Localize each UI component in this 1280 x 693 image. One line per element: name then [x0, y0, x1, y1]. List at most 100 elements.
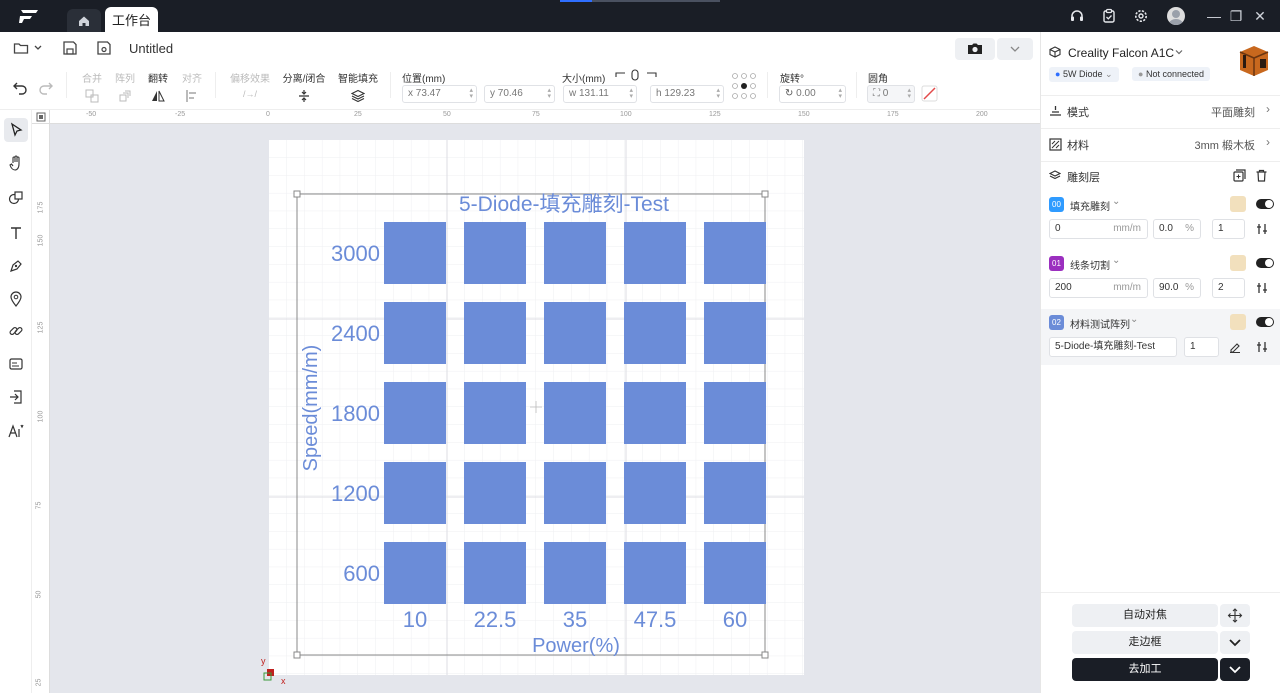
workbench-tab[interactable]: 工作台 [105, 7, 158, 32]
import-icon[interactable] [8, 389, 24, 405]
test-cell[interactable] [384, 302, 446, 364]
layer-material-test-array[interactable]: 02 材料测试阵列 ⌄ 5-Diode-填充雕刻-Test 1 [1041, 309, 1280, 365]
resize-handle[interactable] [761, 190, 769, 198]
edit-icon[interactable] [1229, 341, 1241, 353]
layer-color-swatch[interactable] [1230, 196, 1246, 212]
layer-color-swatch[interactable] [1230, 314, 1246, 330]
passes-input[interactable]: 1 [1212, 219, 1245, 239]
ai-icon[interactable] [8, 423, 24, 439]
undo-icon[interactable] [12, 79, 28, 95]
rotate-input[interactable]: ↻ 0.00 ▴ ▾ [779, 85, 846, 103]
device-name[interactable]: Creality Falcon A1C [1068, 46, 1174, 60]
test-preset-input[interactable]: 5-Diode-填充雕刻-Test [1049, 337, 1177, 357]
gear-icon[interactable] [1133, 8, 1149, 24]
stepper-icon[interactable]: ▴ ▾ [629, 87, 633, 100]
test-cell[interactable] [544, 462, 606, 524]
document-title[interactable]: Untitled [129, 41, 173, 56]
frame-options-button[interactable] [1220, 631, 1250, 654]
flip-tool[interactable]: 翻转 [146, 70, 170, 103]
start-options-button[interactable] [1220, 658, 1250, 681]
test-cell[interactable] [464, 302, 526, 364]
minimize-button[interactable]: — [1206, 8, 1222, 24]
location-pin-icon[interactable] [8, 291, 24, 307]
open-folder-icon[interactable] [13, 40, 29, 56]
test-cell[interactable] [384, 462, 446, 524]
align-tool[interactable]: 对齐 [180, 70, 204, 103]
resize-handle[interactable] [293, 651, 301, 659]
duplicate-layer-icon[interactable] [1233, 169, 1246, 182]
chevron-down-icon[interactable]: ⌄ [1112, 196, 1120, 207]
sliders-icon[interactable] [1256, 341, 1268, 353]
test-cell[interactable] [624, 382, 686, 444]
test-cell[interactable] [624, 222, 686, 284]
mode-row[interactable]: 模式 平面雕刻 › [1041, 95, 1280, 128]
stepper-icon[interactable]: ▴ ▾ [838, 87, 842, 100]
test-cell[interactable] [464, 222, 526, 284]
chevron-down-icon[interactable]: ⌄ [1112, 255, 1120, 266]
image-icon[interactable] [8, 356, 24, 372]
chevron-down-icon[interactable] [1174, 47, 1184, 57]
speed-input[interactable]: 0 mm/m [1049, 219, 1148, 239]
stepper-icon[interactable]: ▴ ▾ [716, 87, 720, 100]
test-cell[interactable] [464, 382, 526, 444]
smart-fill-tool[interactable]: 智能填充 [337, 70, 379, 103]
layer-visibility-toggle[interactable] [1256, 258, 1274, 268]
lock-ratio-icon[interactable] [615, 69, 657, 81]
camera-dropdown[interactable] [997, 38, 1033, 60]
resize-handle[interactable] [293, 190, 301, 198]
width-input[interactable]: w 131.11 ▴ ▾ [563, 85, 637, 103]
workspace[interactable]: 5-Diode-填充雕刻-Test Speed(mm/m) Power(%) 3… [32, 110, 1040, 693]
array-tool[interactable]: 阵列 [113, 70, 137, 103]
sliders-icon[interactable] [1256, 282, 1268, 294]
anchor-point-grid[interactable] [731, 72, 757, 100]
hand-icon[interactable] [8, 155, 24, 171]
layer-line-cut[interactable]: 01 线条切割 ⌄ 200 mm/m 90.0% 2 [1041, 251, 1280, 305]
corner-radius-input[interactable]: ⛶ 0 ▴ ▾ [867, 85, 915, 103]
headset-icon[interactable] [1069, 8, 1085, 24]
test-cell[interactable] [464, 462, 526, 524]
test-cell[interactable] [704, 222, 766, 284]
move-button[interactable] [1220, 604, 1250, 627]
trash-icon[interactable] [1255, 169, 1268, 182]
separate-close-tool[interactable]: 分离/闭合 [282, 70, 326, 103]
start-job-button[interactable]: 去加工 [1072, 658, 1218, 681]
pen-icon[interactable] [8, 258, 24, 274]
chevron-down-icon[interactable] [33, 40, 43, 56]
test-cell[interactable] [624, 302, 686, 364]
canvas-area[interactable]: -50 -25 0 25 50 75 100 125 150 175 200 1… [32, 110, 1040, 693]
test-cell[interactable] [544, 222, 606, 284]
laser-module-badge[interactable]: ● 5W Diode ⌄ [1049, 67, 1119, 82]
camera-button[interactable] [955, 38, 995, 60]
power-input[interactable]: 90.0% [1153, 278, 1201, 298]
test-cell[interactable] [544, 542, 606, 604]
test-cell[interactable] [624, 462, 686, 524]
save-as-icon[interactable] [96, 40, 112, 56]
text-icon[interactable] [8, 225, 24, 241]
shapes-icon[interactable] [8, 190, 24, 206]
material-row[interactable]: 材料 3mm 椴木板 › [1041, 128, 1280, 161]
test-cell[interactable] [464, 542, 526, 604]
x-position-input[interactable]: x 73.47 ▴ ▾ [402, 85, 477, 103]
layer-visibility-toggle[interactable] [1256, 199, 1274, 209]
power-input[interactable]: 0.0% [1153, 219, 1201, 239]
resize-handle[interactable] [761, 651, 769, 659]
passes-input[interactable]: 2 [1212, 278, 1245, 298]
test-cell[interactable] [544, 382, 606, 444]
combine-tool[interactable]: 合并 [80, 70, 104, 103]
close-button[interactable]: ✕ [1252, 8, 1268, 24]
test-cell[interactable] [384, 222, 446, 284]
layer-color-swatch[interactable] [1230, 255, 1246, 271]
clipboard-icon[interactable] [1101, 8, 1117, 24]
test-cell[interactable] [624, 542, 686, 604]
home-tab[interactable] [67, 9, 101, 32]
frame-button[interactable]: 走边框 [1072, 631, 1218, 654]
speed-input[interactable]: 200 mm/m [1049, 278, 1148, 298]
test-cell[interactable] [704, 382, 766, 444]
y-position-input[interactable]: y 70.46 ▴ ▾ [484, 85, 555, 103]
no-fill-icon[interactable] [921, 85, 938, 102]
sliders-icon[interactable] [1256, 223, 1268, 235]
layer-fill-engrave[interactable]: 00 填充雕刻 ⌄ 0 mm/m 0.0% 1 [1041, 192, 1280, 246]
test-array-cells[interactable] [384, 222, 766, 604]
test-cell[interactable] [544, 302, 606, 364]
restore-button[interactable]: ❐ [1228, 8, 1244, 24]
